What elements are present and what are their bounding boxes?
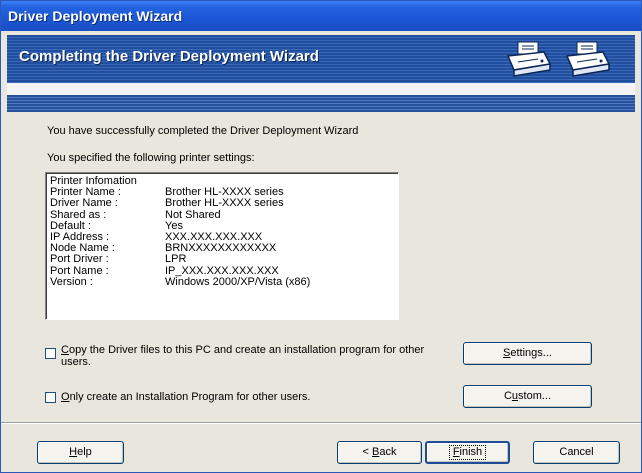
info-value: BRNXXXXXXXXXXXX: [165, 242, 277, 255]
copy-files-label[interactable]: Copy the Driver files to this PC and cre…: [61, 344, 424, 368]
button-separator: [1, 422, 641, 424]
printer-icon: [506, 41, 552, 77]
banner-band: [7, 83, 635, 95]
settings-button[interactable]: Settings...: [463, 342, 592, 365]
info-row: Driver Name : Brother HL-XXXX series: [50, 198, 394, 209]
wizard-window: Driver Deployment Wizard Completing the …: [0, 0, 642, 473]
info-row: Port Driver : LPR: [50, 254, 394, 265]
info-label: Port Driver :: [50, 253, 109, 266]
info-row: Shared as : Not Shared: [50, 208, 394, 221]
info-value: IP_XXX.XXX.XXX.XXX: [165, 264, 279, 277]
settings-intro: You specified the following printer sett…: [47, 152, 255, 164]
info-label: Version :: [50, 275, 93, 288]
window-title: Driver Deployment Wizard: [8, 8, 183, 24]
finish-button[interactable]: Finish: [425, 441, 510, 464]
wizard-banner: Completing the Driver Deployment Wizard: [7, 35, 635, 112]
cancel-button[interactable]: Cancel: [533, 441, 620, 464]
info-label: Port Name :: [50, 264, 109, 277]
back-button[interactable]: < Back: [337, 441, 422, 464]
finish-focus: Finish: [448, 445, 487, 460]
info-value: Not Shared: [165, 208, 221, 221]
completed-message: You have successfully completed the Driv…: [47, 125, 359, 137]
info-row: Version : Windows 2000/XP/Vista (x86): [50, 275, 394, 288]
printer-icon: [565, 41, 611, 77]
printer-info-list[interactable]: Printer Infomation Printer Name : Brother…: [45, 172, 399, 320]
info-row: Port Name : IP_XXX.XXX.XXX.XXX: [50, 264, 394, 277]
banner-title: Completing the Driver Deployment Wizard: [19, 48, 319, 65]
banner-footer: [7, 95, 635, 112]
help-button[interactable]: Help: [37, 441, 124, 464]
title-bar[interactable]: Driver Deployment Wizard: [1, 1, 641, 31]
copy-files-checkbox[interactable]: [45, 348, 56, 359]
info-label: Driver Name :: [50, 197, 118, 210]
info-value: Brother HL-XXXX series: [165, 197, 284, 210]
info-value: LPR: [165, 253, 187, 266]
only-create-checkbox[interactable]: [45, 392, 56, 403]
only-create-label[interactable]: Only create an Installation Program for …: [61, 391, 310, 403]
info-value: Windows 2000/XP/Vista (x86): [165, 275, 311, 288]
custom-button[interactable]: Custom...: [463, 385, 592, 408]
